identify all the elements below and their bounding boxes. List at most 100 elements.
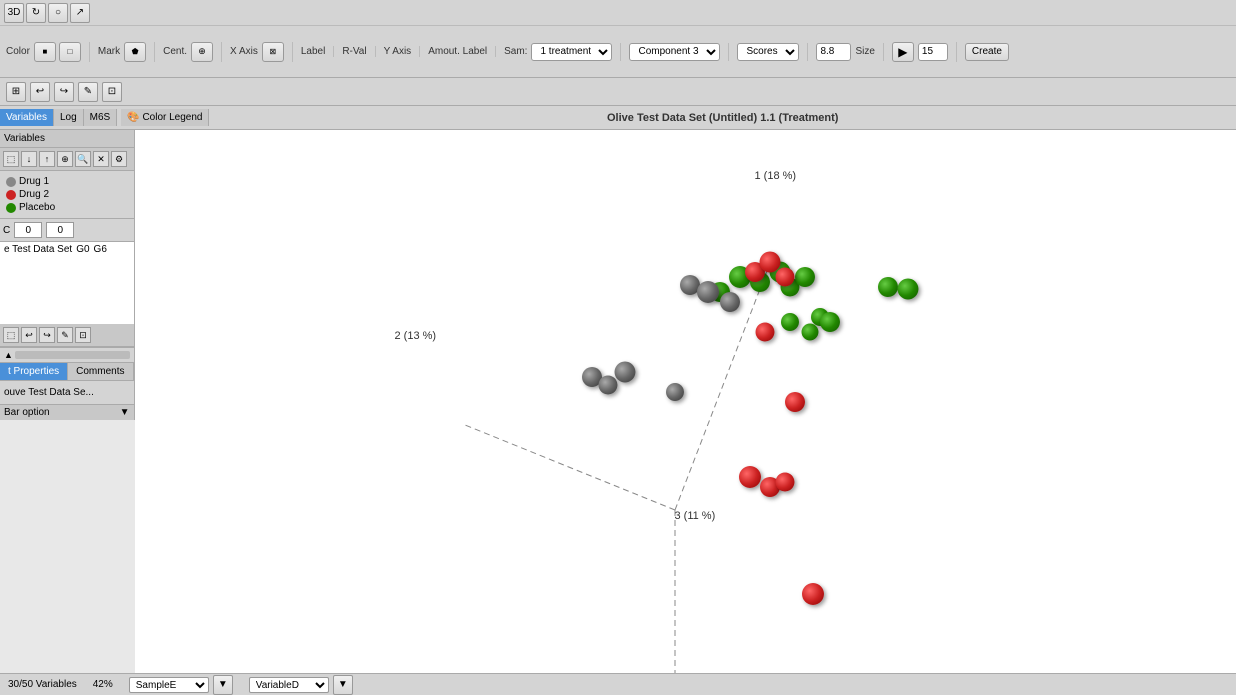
panel-btn-5[interactable]: 🔍	[75, 151, 91, 167]
tb-icon-2[interactable]: ↩	[30, 82, 50, 102]
prop-content: ouve Test Data Se...	[0, 381, 134, 404]
size-input[interactable]	[816, 43, 851, 61]
p2-btn-4[interactable]: ✎	[57, 327, 73, 343]
sample-select[interactable]: SampleE	[129, 677, 209, 693]
create-group: Create	[965, 43, 1017, 61]
tab-variables[interactable]: Variables	[0, 109, 54, 126]
plot-canvas[interactable]: 1 (18 %) 2 (13 %) 3 (11 %)	[135, 130, 1236, 673]
play-group: ▶	[892, 42, 957, 62]
legend-item-drug2[interactable]: Drug 2	[4, 188, 130, 201]
tb-icon-4[interactable]: ✎	[78, 82, 98, 102]
sub-toolbar: ⊞ ↩ ↪ ✎ ⊡	[0, 78, 1236, 106]
variables-count: 30/50 Variables	[8, 679, 77, 690]
tab-color-legend[interactable]: 🎨 Color Legend	[121, 109, 209, 126]
panel-toolbar: ⬚ ↓ ↑ ⊕ 🔍 ✕ ⚙	[0, 148, 134, 171]
panel-btn-4[interactable]: ⊕	[57, 151, 73, 167]
gray-sphere	[666, 383, 684, 401]
cent-btn[interactable]: ⊕	[191, 42, 213, 62]
speed-input[interactable]	[918, 43, 948, 61]
tab-m6s[interactable]: M6S	[84, 109, 118, 126]
scores-select[interactable]: Scores	[737, 43, 799, 61]
icon-btn-rotate[interactable]: ↻	[26, 3, 46, 23]
mark-group: Mark ⬟	[98, 42, 155, 62]
panel-btn-1[interactable]: ⬚	[3, 151, 19, 167]
green-sphere	[801, 324, 818, 341]
panel-btn-7[interactable]: ⚙	[111, 151, 127, 167]
cent-group: Cent. ⊕	[163, 42, 222, 62]
sample-selector: SampleE ▼	[129, 675, 233, 695]
tb-icon-1[interactable]: ⊞	[6, 82, 26, 102]
component-select[interactable]: Component 3	[629, 43, 720, 61]
prop-option-1[interactable]: ouve Test Data Se...	[4, 385, 130, 400]
sample-dropdown-btn[interactable]: ▼	[213, 675, 233, 695]
sam-select[interactable]: 1 treatment	[531, 43, 612, 61]
panel2-toolbar: ⬚ ↩ ↪ ✎ ⊡	[0, 324, 134, 347]
tb-icon-3[interactable]: ↪	[54, 82, 74, 102]
gray-sphere	[598, 376, 617, 395]
y-axis-label: Y Axis	[384, 46, 412, 57]
main-content: Variables ⬚ ↓ ↑ ⊕ 🔍 ✕ ⚙ Drug 1 Drug 2 Pl…	[0, 130, 1236, 673]
red-sphere	[785, 392, 805, 412]
play-btn[interactable]: ▶	[892, 42, 914, 62]
prop-tabs: t Properties Comments	[0, 363, 134, 381]
scores-group: Scores	[737, 43, 808, 61]
c-controls: C	[0, 218, 134, 241]
create-btn[interactable]: Create	[965, 43, 1009, 61]
top-icon-bar: 3D ↻ ○ ↗	[0, 0, 1236, 26]
plot-title: Olive Test Data Set (Untitled) 1.1 (Trea…	[607, 112, 838, 124]
sam-group: Sam: 1 treatment	[504, 43, 621, 61]
x-axis-btn[interactable]: ⊠	[262, 42, 284, 62]
variable-select[interactable]: VariableD	[249, 677, 329, 693]
variable-selector: VariableD ▼	[249, 675, 353, 695]
gray-sphere	[720, 292, 740, 312]
panel-btn-3[interactable]: ↑	[39, 151, 55, 167]
legend-item-placebo[interactable]: Placebo	[4, 201, 130, 214]
amount-label: Amout. Label	[428, 46, 487, 57]
red-sphere	[739, 466, 761, 488]
scroll-indicator: ▲	[0, 347, 134, 362]
mark-label: Mark	[98, 46, 120, 57]
color-btn2[interactable]: □	[59, 42, 81, 62]
y-axis-group: Y Axis	[384, 46, 421, 57]
red-sphere	[775, 268, 794, 287]
variables-header: Variables	[0, 130, 134, 148]
icon-btn-3d[interactable]: 3D	[4, 3, 24, 23]
p2-btn-2[interactable]: ↩	[21, 327, 37, 343]
drug1-color	[6, 177, 16, 187]
p2-btn-1[interactable]: ⬚	[3, 327, 19, 343]
prop-tab-comments[interactable]: Comments	[68, 363, 133, 380]
prop-tab-properties[interactable]: t Properties	[0, 363, 68, 380]
data-set-row[interactable]: e Test Data Set G0 G6	[0, 241, 134, 257]
panel-btn-6[interactable]: ✕	[93, 151, 109, 167]
color-btn1[interactable]: ■	[34, 42, 56, 62]
icon-btn-arrow[interactable]: ↗	[70, 3, 90, 23]
icon-btn-circle[interactable]: ○	[48, 3, 68, 23]
r-val-label: R-Val	[342, 46, 366, 57]
plot-area: 1 (18 %) 2 (13 %) 3 (11 %)	[135, 130, 1236, 673]
label-group: Label	[301, 46, 334, 57]
green-sphere	[897, 279, 918, 300]
c2-input[interactable]	[46, 222, 74, 238]
color-group: Color ■ □	[6, 42, 90, 62]
axis3-label: 3 (11 %)	[675, 510, 716, 522]
p2-btn-3[interactable]: ↪	[39, 327, 55, 343]
c-input[interactable]	[14, 222, 42, 238]
color-label: Color	[6, 46, 30, 57]
legend-items: Drug 1 Drug 2 Placebo	[0, 171, 134, 218]
panel-content	[0, 257, 134, 324]
status-bar: 30/50 Variables 42% SampleE ▼ VariableD …	[0, 673, 1236, 695]
legend-item-drug1[interactable]: Drug 1	[4, 175, 130, 188]
tb-icon-5[interactable]: ⊡	[102, 82, 122, 102]
scrollbar[interactable]	[15, 351, 130, 359]
p2-btn-5[interactable]: ⊡	[75, 327, 91, 343]
variable-dropdown-btn[interactable]: ▼	[333, 675, 353, 695]
r-val-group: R-Val	[342, 46, 375, 57]
panel-btn-2[interactable]: ↓	[21, 151, 37, 167]
mark-btn[interactable]: ⬟	[124, 42, 146, 62]
tab-log[interactable]: Log	[54, 109, 84, 126]
color-legend-icon: 🎨	[127, 112, 139, 123]
cent-label: Cent.	[163, 46, 187, 57]
size-label: Size	[855, 46, 874, 57]
size-group: Size	[816, 43, 883, 61]
main-toolbar: Color ■ □ Mark ⬟ Cent. ⊕ X Axis ⊠ Label	[0, 26, 1236, 78]
